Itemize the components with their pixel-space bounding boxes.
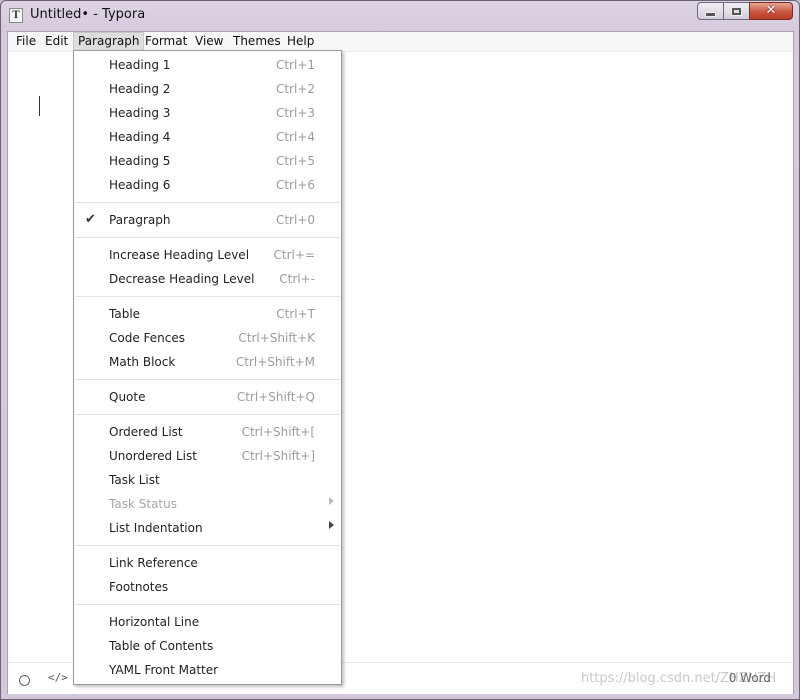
menu-option-ordered-list[interactable]: Ordered List Ctrl+Shift+[: [74, 421, 341, 445]
outline-toggle-icon[interactable]: [19, 675, 30, 686]
submenu-arrow-icon: [329, 497, 334, 505]
menu-edit[interactable]: Edit: [41, 33, 72, 50]
menu-option-quote[interactable]: Quote Ctrl+Shift+Q: [74, 386, 341, 410]
menu-option-task-list[interactable]: Task List: [74, 469, 341, 493]
minimize-icon: [705, 11, 716, 17]
menu-option-yaml-front-matter[interactable]: YAML Front Matter: [74, 659, 341, 683]
close-button[interactable]: ✕: [749, 2, 793, 20]
menu-option-heading-1[interactable]: Heading 1 Ctrl+1: [74, 54, 341, 78]
text-cursor: [39, 96, 40, 116]
menu-separator: [75, 604, 340, 605]
minimize-button[interactable]: [697, 2, 723, 20]
menu-option-footnotes[interactable]: Footnotes: [74, 576, 341, 600]
menu-option-table-of-contents[interactable]: Table of Contents: [74, 635, 341, 659]
menu-option-link-reference[interactable]: Link Reference: [74, 552, 341, 576]
menu-option-table[interactable]: Table Ctrl+T: [74, 303, 341, 327]
menu-separator: [75, 379, 340, 380]
window-title: Untitled• - Typora: [30, 7, 146, 22]
menu-separator: [75, 414, 340, 415]
menu-option-heading-5[interactable]: Heading 5 Ctrl+5: [74, 150, 341, 174]
menu-option-paragraph[interactable]: ✔ Paragraph Ctrl+0: [74, 209, 341, 233]
typora-app-icon: T: [9, 8, 23, 23]
menu-bar: File Edit Paragraph Format View Themes H…: [8, 32, 793, 52]
menu-option-horizontal-line[interactable]: Horizontal Line: [74, 611, 341, 635]
typora-window: T Untitled• - Typora ✕ File Edit Paragra…: [0, 0, 800, 700]
menu-option-list-indentation[interactable]: List Indentation: [74, 517, 341, 541]
title-bar[interactable]: T Untitled• - Typora ✕: [1, 1, 799, 31]
menu-option-heading-6[interactable]: Heading 6 Ctrl+6: [74, 174, 341, 198]
submenu-arrow-icon: [329, 521, 334, 529]
menu-separator: [75, 545, 340, 546]
menu-help[interactable]: Help: [283, 33, 318, 50]
source-code-mode-icon[interactable]: </>: [48, 671, 68, 684]
checkmark-icon: ✔: [85, 212, 96, 227]
maximize-icon: [731, 6, 742, 16]
menu-option-task-status: Task Status: [74, 493, 341, 517]
menu-separator: [75, 296, 340, 297]
menu-option-code-fences[interactable]: Code Fences Ctrl+Shift+K: [74, 327, 341, 351]
menu-option-heading-3[interactable]: Heading 3 Ctrl+3: [74, 102, 341, 126]
menu-option-heading-4[interactable]: Heading 4 Ctrl+4: [74, 126, 341, 150]
menu-view[interactable]: View: [191, 33, 227, 50]
menu-separator: [75, 202, 340, 203]
word-count[interactable]: 0 Word: [729, 671, 771, 685]
close-icon: ✕: [765, 3, 777, 18]
menu-file[interactable]: File: [12, 33, 40, 50]
menu-separator: [75, 237, 340, 238]
menu-themes[interactable]: Themes: [229, 33, 285, 50]
menu-option-decrease-heading-level[interactable]: Decrease Heading Level Ctrl+-: [74, 268, 341, 292]
menu-option-unordered-list[interactable]: Unordered List Ctrl+Shift+]: [74, 445, 341, 469]
menu-paragraph[interactable]: Paragraph: [73, 32, 145, 51]
maximize-button[interactable]: [723, 2, 749, 20]
window-controls: ✕: [697, 2, 793, 20]
menu-option-increase-heading-level[interactable]: Increase Heading Level Ctrl+=: [74, 244, 341, 268]
menu-format[interactable]: Format: [141, 33, 191, 50]
paragraph-menu-dropdown: Heading 1 Ctrl+1 Heading 2 Ctrl+2 Headin…: [73, 50, 342, 685]
menu-option-math-block[interactable]: Math Block Ctrl+Shift+M: [74, 351, 341, 375]
menu-option-heading-2[interactable]: Heading 2 Ctrl+2: [74, 78, 341, 102]
